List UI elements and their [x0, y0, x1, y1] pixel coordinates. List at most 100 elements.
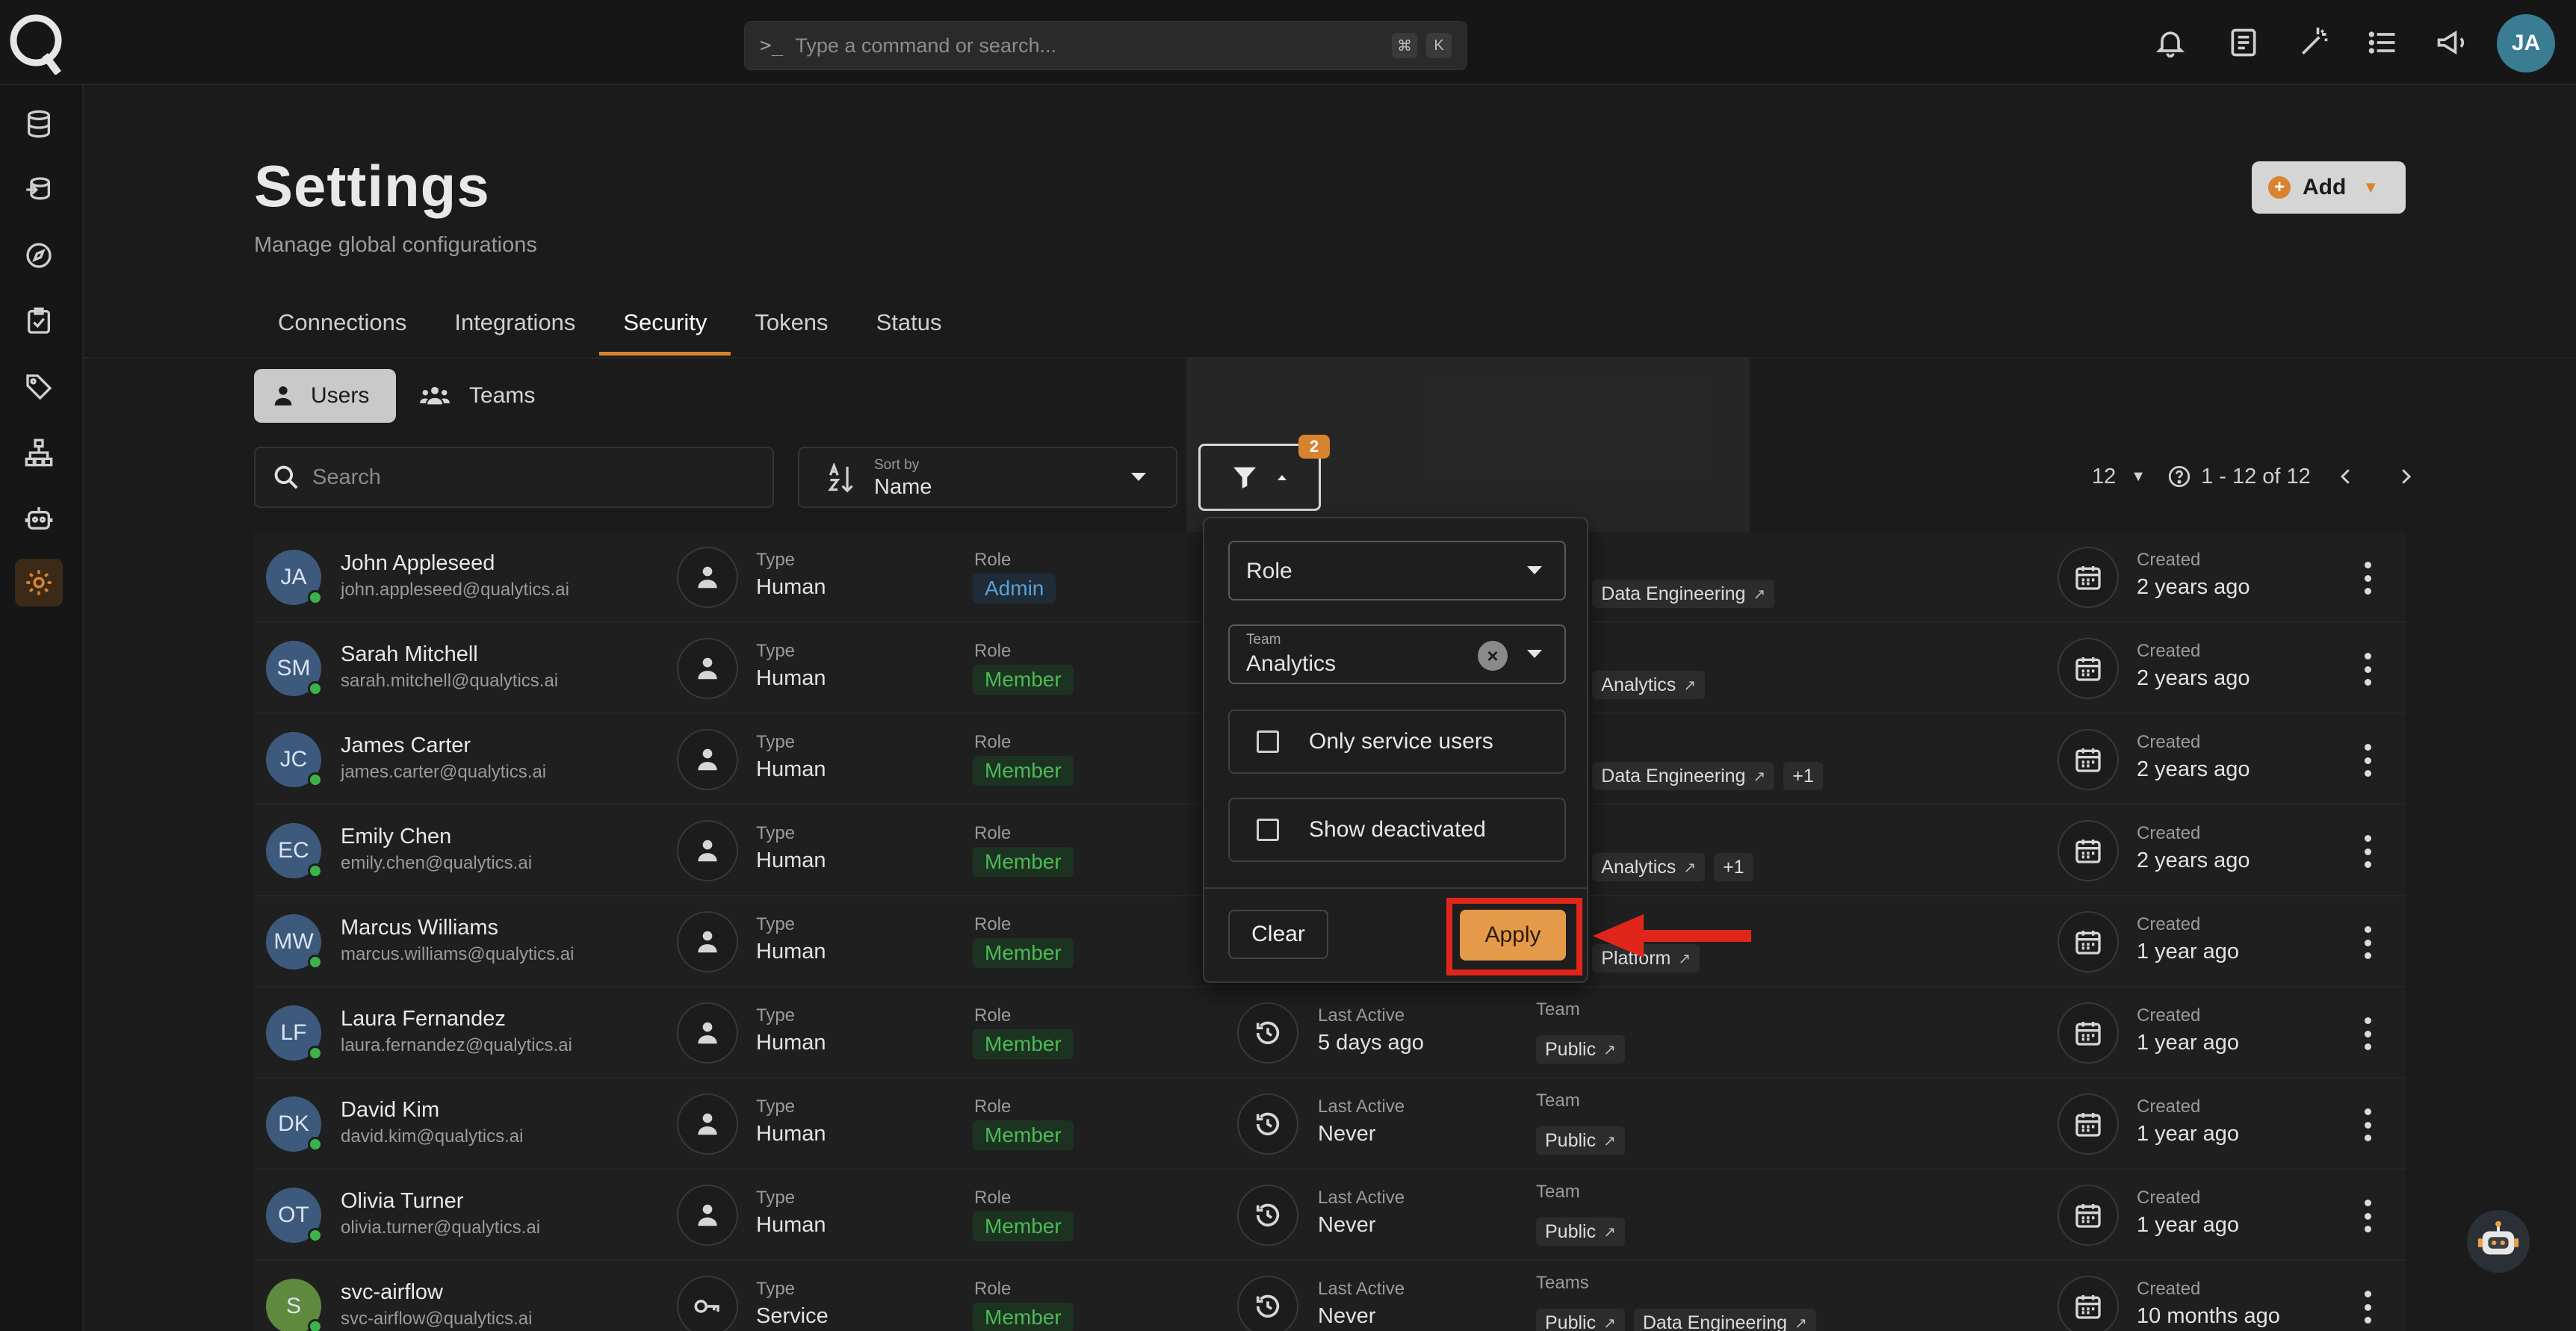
user-name[interactable]: svc-airflow — [341, 1280, 443, 1305]
page-size-value[interactable]: 12 — [2092, 465, 2116, 489]
table-row[interactable]: DK David Kim david.kim@qualytics.ai Type Hum… — [254, 1079, 2406, 1170]
type-label: Type — [756, 1096, 796, 1117]
team-chip[interactable]: Public ↗ — [1536, 1126, 1625, 1155]
more-options-icon[interactable] — [2356, 1017, 2379, 1050]
avatar-initials: S — [285, 1294, 301, 1318]
last-active-value: Never — [1318, 1122, 1376, 1146]
tab-status[interactable]: Status — [852, 302, 966, 356]
sort-value: Name — [874, 475, 932, 499]
table-row[interactable]: Ssvc-airflow svc-airflow@qualytics.ai Type… — [254, 1261, 2406, 1331]
more-teams-chip[interactable]: +1 — [1714, 853, 1753, 881]
more-options-icon[interactable] — [2356, 1291, 2379, 1324]
table-row[interactable]: LF Laura Fernandez laura.fernandez@qualyti… — [254, 987, 2406, 1079]
settings-gear-icon[interactable] — [15, 559, 63, 606]
more-teams-chip[interactable]: +1 — [1783, 762, 1823, 790]
command-search[interactable]: >_ Type a command or search... ⌘ K — [744, 21, 1467, 70]
online-status-dot — [308, 1228, 323, 1243]
more-options-icon[interactable] — [2356, 926, 2379, 959]
created-label: Created — [2137, 641, 2201, 661]
user-name[interactable]: Sarah Mitchell — [341, 642, 478, 667]
tab-connections[interactable]: Connections — [254, 302, 430, 356]
page-size-caret-icon[interactable]: ▼ — [2131, 468, 2146, 485]
clear-x-icon[interactable]: × — [1478, 641, 1508, 671]
user-name[interactable]: Emily Chen — [341, 825, 451, 849]
avatar: OT — [266, 1188, 323, 1243]
team-chip[interactable]: Public ↗ — [1536, 1035, 1625, 1064]
pointer-arrow-icon — [1593, 914, 1751, 958]
team-chip[interactable]: Data Engineering ↗ — [1633, 1309, 1816, 1331]
more-options-icon[interactable] — [2356, 562, 2379, 595]
compass-icon[interactable] — [15, 232, 63, 279]
team-select[interactable]: Team Analytics × — [1228, 624, 1566, 684]
app-logo[interactable] — [7, 9, 64, 75]
user-name[interactable]: Marcus Williams — [341, 916, 498, 940]
more-options-icon[interactable] — [2356, 835, 2379, 868]
user-name[interactable]: Laura Fernandez — [341, 1007, 506, 1031]
help-icon[interactable] — [2167, 464, 2192, 489]
tab-tokens[interactable]: Tokens — [731, 302, 852, 356]
created-label: Created — [2137, 732, 2201, 752]
team-chip[interactable]: Analytics ↗ — [1592, 671, 1706, 699]
checkbox-icon — [1257, 730, 1279, 753]
user-name[interactable]: James Carter — [341, 733, 471, 758]
last-active-label: Last Active — [1318, 1188, 1405, 1208]
sort-dropdown[interactable]: Sort by Name — [798, 447, 1177, 508]
only-service-users-checkbox[interactable]: Only service users — [1228, 710, 1566, 774]
role-select[interactable]: Role — [1228, 541, 1566, 601]
sort-label: Sort by — [874, 457, 920, 473]
team-chip[interactable]: Data Engineering ↗ — [1592, 580, 1775, 608]
list-icon[interactable] — [2362, 22, 2403, 63]
data-flow-icon[interactable] — [15, 166, 63, 214]
hierarchy-icon[interactable] — [15, 429, 63, 477]
role-badge: Member — [973, 1029, 1074, 1059]
avatar: JC — [266, 732, 323, 787]
clear-button[interactable]: Clear — [1228, 910, 1328, 959]
caret-down-icon — [1527, 566, 1542, 574]
megaphone-icon[interactable] — [2431, 22, 2471, 63]
add-button[interactable]: + Add ▼ — [2252, 161, 2406, 214]
user-avatar[interactable]: JA — [2497, 14, 2555, 72]
person-icon — [677, 820, 738, 881]
document-icon[interactable] — [2223, 22, 2264, 63]
more-options-icon[interactable] — [2356, 1108, 2379, 1141]
apply-button[interactable]: Apply — [1460, 910, 1566, 961]
tab-integrations[interactable]: Integrations — [430, 302, 599, 356]
role-badge: Member — [973, 1303, 1074, 1331]
magic-wand-icon[interactable] — [2294, 22, 2334, 63]
user-name[interactable]: John Appleseed — [341, 551, 495, 576]
calendar-icon — [2058, 547, 2119, 608]
online-status-dot — [308, 681, 323, 696]
team-chip[interactable]: Public ↗ — [1536, 1309, 1625, 1331]
type-value: Human — [756, 1213, 826, 1237]
bell-icon[interactable] — [2150, 22, 2190, 63]
checklist-icon[interactable] — [15, 297, 63, 345]
more-options-icon[interactable] — [2356, 1200, 2379, 1232]
search-input[interactable]: Search — [254, 447, 774, 508]
last-active-value: Never — [1318, 1213, 1376, 1237]
team-chip[interactable]: Analytics ↗ — [1592, 853, 1706, 881]
type-label: Type — [756, 1188, 796, 1208]
chevron-right-icon[interactable] — [2394, 465, 2417, 488]
user-name[interactable]: David Kim — [341, 1098, 439, 1123]
teams-toggle[interactable]: Teams — [418, 369, 535, 423]
more-options-icon[interactable] — [2356, 744, 2379, 777]
tag-icon[interactable] — [15, 363, 63, 411]
more-options-icon[interactable] — [2356, 653, 2379, 686]
team-label: Team — [1536, 999, 1580, 1020]
user-name[interactable]: Olivia Turner — [341, 1189, 463, 1214]
avatar-initials: DK — [278, 1111, 309, 1136]
team-chip[interactable]: Data Engineering ↗ — [1592, 762, 1775, 790]
show-deactivated-checkbox[interactable]: Show deactivated — [1228, 798, 1566, 862]
type-label: Type — [756, 641, 796, 661]
assistant-bot-icon[interactable] — [2467, 1210, 2530, 1273]
users-toggle[interactable]: Users — [254, 369, 396, 423]
table-row[interactable]: OT Olivia Turner olivia.turner@qualytics.a… — [254, 1170, 2406, 1261]
calendar-icon — [2058, 911, 2119, 972]
chevron-left-icon[interactable] — [2335, 465, 2357, 488]
tab-security[interactable]: Security — [599, 302, 731, 356]
role-label: Role — [974, 914, 1012, 934]
team-chip[interactable]: Public ↗ — [1536, 1217, 1625, 1246]
database-icon[interactable] — [15, 100, 63, 148]
avatar: MW — [266, 914, 323, 969]
robot-icon[interactable] — [15, 494, 63, 542]
